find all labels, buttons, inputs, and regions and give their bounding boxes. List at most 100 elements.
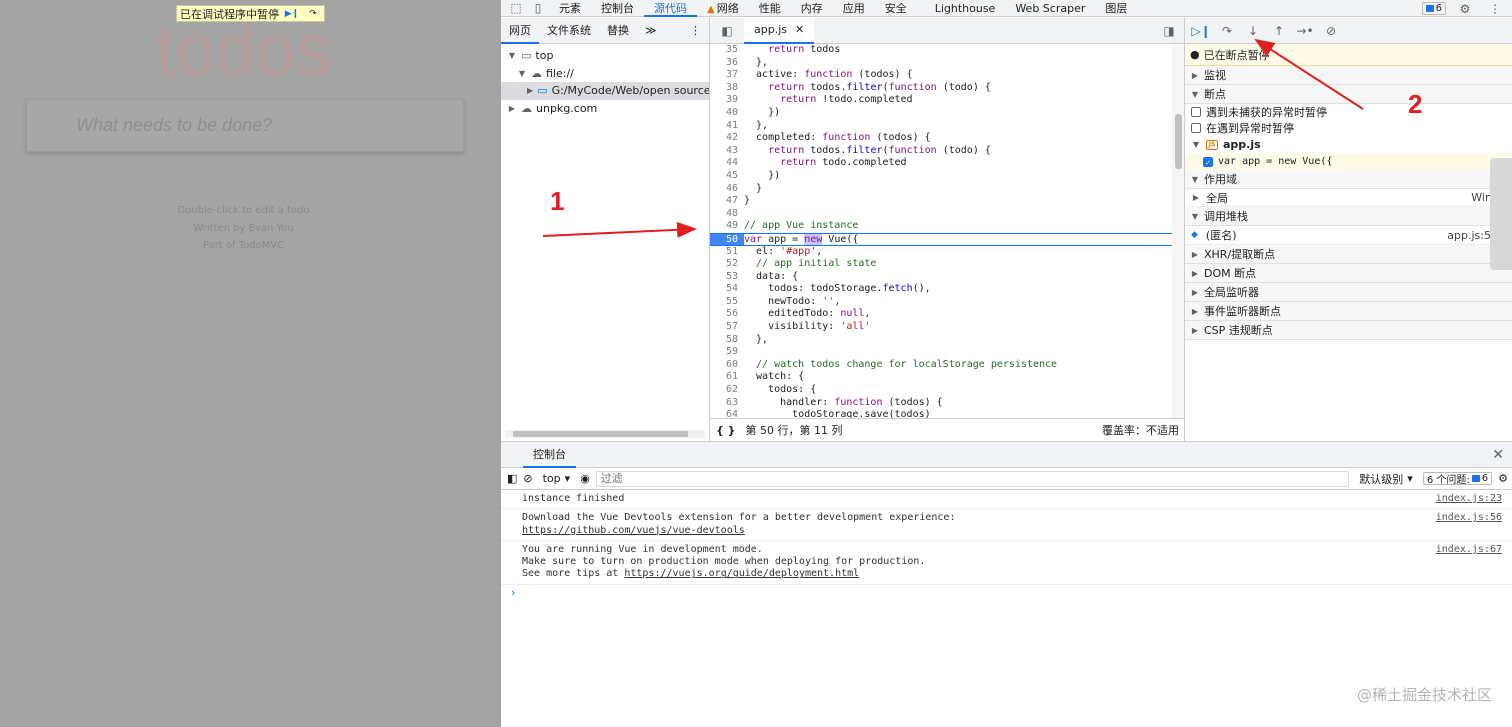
console-prompt[interactable]: ›	[501, 585, 1512, 601]
message-source-link[interactable]: index.js:67	[1436, 544, 1502, 581]
tab-web-scraper[interactable]: Web Scraper	[1005, 0, 1095, 17]
deactivate-breakpoints-icon[interactable]: ⊘	[1320, 21, 1342, 41]
code-line[interactable]: 35 return todos	[710, 44, 1173, 57]
checkbox-checked[interactable]: ✓	[1203, 156, 1213, 167]
line-number[interactable]: 35	[710, 44, 744, 57]
code-line[interactable]: 43 return todos.filter(function (todo) {	[710, 145, 1173, 158]
code-line[interactable]: 62 todos: {	[710, 384, 1173, 397]
line-number[interactable]: 38	[710, 82, 744, 95]
resume-icon[interactable]: ▷❙	[1190, 21, 1212, 41]
expanded-triangle-icon[interactable]: ▼	[507, 51, 517, 60]
editor-tab-appjs[interactable]: app.js ✕	[744, 17, 815, 44]
section-dom[interactable]: ▶ DOM 断点	[1185, 264, 1512, 283]
line-number[interactable]: 52	[710, 258, 744, 271]
scroll-thumb[interactable]	[1175, 114, 1182, 169]
step-over-icon[interactable]: ↷	[1216, 21, 1238, 41]
tab-network[interactable]: ▲ 网络	[697, 0, 749, 17]
section-event-listeners[interactable]: ▶ 事件监听器断点	[1185, 302, 1512, 321]
code-line[interactable]: 38 return todos.filter(function (todo) {	[710, 82, 1173, 95]
line-number[interactable]: 51	[710, 246, 744, 259]
collapsed-triangle-icon[interactable]: ▶	[527, 86, 533, 95]
line-number[interactable]: 40	[710, 107, 744, 120]
code-line[interactable]: 57 visibility: 'all'	[710, 321, 1173, 334]
tree-item[interactable]: ▶ ☁ unpkg.com	[501, 100, 709, 118]
tree-item[interactable]: ▼ ▭ top	[501, 47, 709, 65]
inspect-element-icon[interactable]: ⬚	[505, 0, 527, 17]
scope-global[interactable]: ▶ 全局 Winc	[1185, 189, 1512, 207]
code-line-current[interactable]: 50 var app = new Vue({	[710, 232, 1173, 246]
message-link[interactable]: https://vuejs.org/guide/deployment.html	[624, 568, 859, 579]
line-number[interactable]: 46	[710, 183, 744, 196]
code-line[interactable]: 55 newTodo: '',	[710, 296, 1173, 309]
nav-tab-filesystem[interactable]: 文件系统	[539, 18, 599, 44]
tree-item[interactable]: ▶ ▭G:/MyCode/Web/open source/vu	[501, 82, 709, 100]
clear-console-icon[interactable]: ⊘	[523, 472, 532, 485]
line-number[interactable]: 57	[710, 321, 744, 334]
section-watch[interactable]: ▶ 监视	[1185, 66, 1512, 85]
code-line[interactable]: 51 el: '#app',	[710, 246, 1173, 259]
line-number[interactable]: 58	[710, 334, 744, 347]
section-global-listeners[interactable]: ▶ 全局监听器	[1185, 283, 1512, 302]
line-number[interactable]: 54	[710, 283, 744, 296]
line-number[interactable]: 36	[710, 57, 744, 70]
new-todo-box[interactable]	[26, 99, 464, 152]
live-expression-eye-icon[interactable]: ◉	[580, 472, 590, 485]
tab-application[interactable]: 应用	[833, 0, 875, 17]
floating-extension-widget[interactable]	[1490, 158, 1512, 270]
tab-security[interactable]: 安全	[875, 0, 917, 17]
tab-memory[interactable]: 内存	[791, 0, 833, 17]
code-line[interactable]: 61 watch: {	[710, 371, 1173, 384]
line-number[interactable]: 55	[710, 296, 744, 309]
settings-gear-icon[interactable]: ⚙	[1454, 0, 1476, 17]
line-number[interactable]: 60	[710, 359, 744, 372]
line-number[interactable]: 42	[710, 132, 744, 145]
console-filter-input[interactable]	[595, 470, 1350, 487]
line-number[interactable]: 45	[710, 170, 744, 183]
line-number[interactable]: 59	[710, 346, 744, 359]
code-line[interactable]: 45 })	[710, 170, 1173, 183]
message-source-link[interactable]: index.js:23	[1436, 493, 1502, 505]
issues-badge[interactable]: 6	[1421, 2, 1446, 15]
more-tabs-icon[interactable]: ≫	[637, 18, 665, 44]
code-line[interactable]: 53 data: {	[710, 271, 1173, 284]
pause-caught-option[interactable]: 在遇到异常时暂停	[1185, 120, 1512, 136]
breakpoint-file[interactable]: ▼ JS app.js	[1185, 136, 1512, 153]
code-line[interactable]: 58 },	[710, 334, 1173, 347]
code-lines[interactable]: 35 return todos 36 }, 37 active: function …	[710, 44, 1173, 418]
code-line[interactable]: 42 completed: function (todos) {	[710, 132, 1173, 145]
line-number[interactable]: 41	[710, 120, 744, 133]
console-settings-gear-icon[interactable]: ⚙	[1498, 472, 1512, 485]
section-scope[interactable]: ▼ 作用域	[1185, 170, 1512, 189]
call-frame[interactable]: ◆ (匿名) app.js:50	[1185, 226, 1512, 245]
nav-tab-overrides[interactable]: 替换	[599, 18, 637, 44]
step-into-icon[interactable]: ↓	[1242, 21, 1264, 41]
line-number[interactable]: 61	[710, 371, 744, 384]
line-number[interactable]: 56	[710, 308, 744, 321]
code-line[interactable]: 63 handler: function (todos) {	[710, 397, 1173, 410]
pretty-print-icon[interactable]: { }	[716, 424, 736, 437]
step-icon[interactable]: →•	[1294, 21, 1316, 41]
drawer-tab-console[interactable]: 控制台	[523, 442, 576, 468]
expanded-triangle-icon[interactable]: ▼	[517, 69, 527, 78]
breakpoint-entry[interactable]: ✓ var app = new Vue({	[1185, 153, 1512, 170]
line-number[interactable]: 62	[710, 384, 744, 397]
tab-layers[interactable]: 图层	[1095, 0, 1137, 17]
nav-tab-page[interactable]: 网页	[501, 18, 539, 44]
line-number[interactable]: 44	[710, 157, 744, 170]
code-line[interactable]: 54 todos: todoStorage.fetch(),	[710, 283, 1173, 296]
new-todo-input[interactable]	[27, 100, 463, 151]
line-number[interactable]: 43	[710, 145, 744, 158]
line-number[interactable]: 47	[710, 195, 744, 208]
tab-performance[interactable]: 性能	[749, 0, 791, 17]
line-number[interactable]: 37	[710, 69, 744, 82]
message-link[interactable]: https://github.com/vuejs/vue-devtools	[522, 525, 745, 536]
device-toolbar-icon[interactable]: ▯	[527, 0, 549, 17]
code-line[interactable]: 46 }	[710, 183, 1173, 196]
tab-lighthouse[interactable]: Lighthouse	[925, 0, 1006, 17]
collapsed-triangle-icon[interactable]: ▶	[507, 104, 517, 113]
scroll-thumb[interactable]	[513, 431, 688, 437]
vertical-scrollbar[interactable]	[1172, 44, 1184, 418]
code-line[interactable]: 56 editedTodo: null,	[710, 308, 1173, 321]
toggle-navigator-icon[interactable]: ◧	[716, 22, 738, 39]
issues-button[interactable]: 6 个问题: 6	[1422, 472, 1493, 486]
